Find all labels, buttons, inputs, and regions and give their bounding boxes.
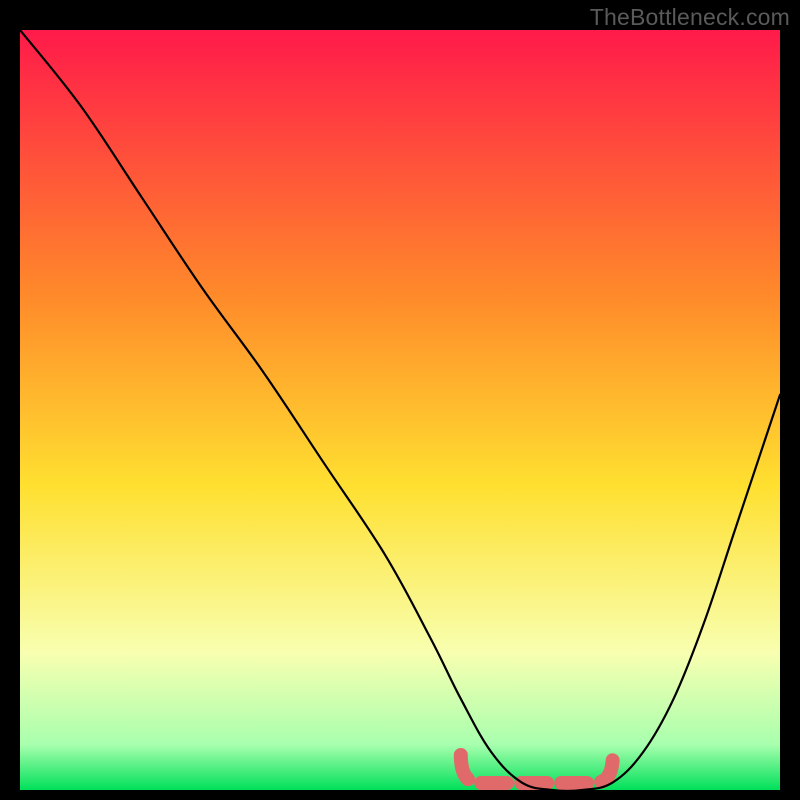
chart-canvas bbox=[20, 30, 780, 790]
chart-frame: TheBottleneck.com bbox=[0, 0, 800, 800]
gradient-background bbox=[20, 30, 780, 790]
watermark-text: TheBottleneck.com bbox=[590, 4, 790, 31]
plot-area bbox=[20, 30, 780, 790]
